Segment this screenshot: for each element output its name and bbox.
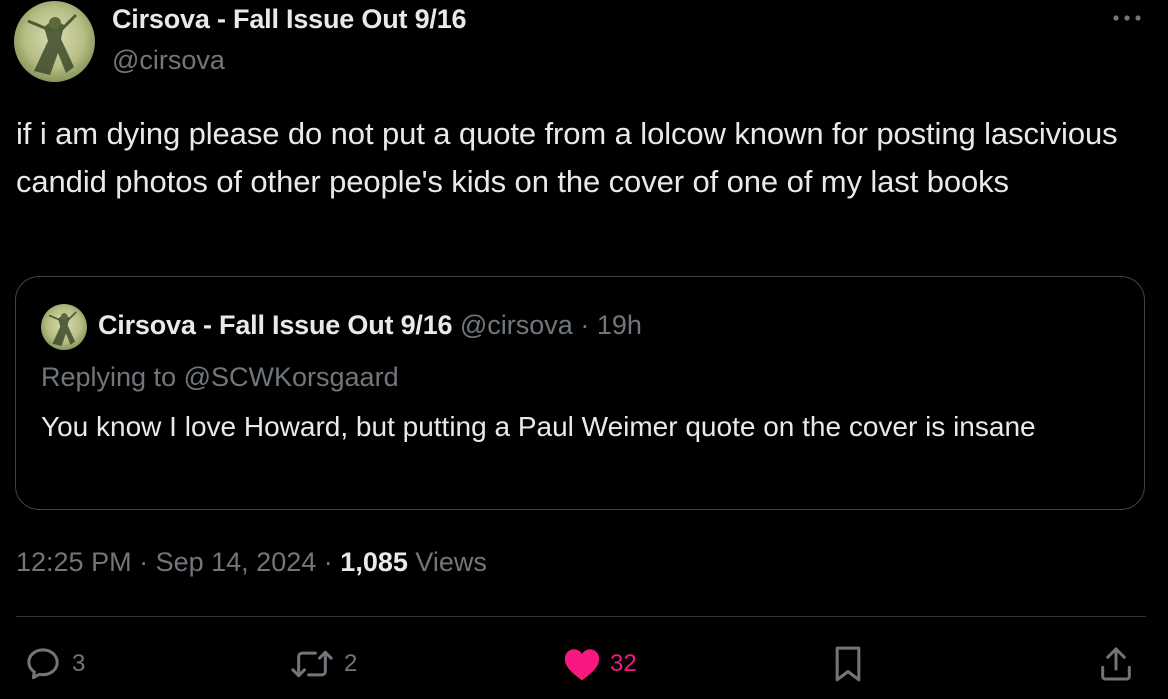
tweet-date[interactable]: Sep 14, 2024 [156,547,317,577]
quoted-author-name[interactable]: Cirsova - Fall Issue Out 9/16 [98,310,453,340]
tweet: Cirsova - Fall Issue Out 9/16 @cirsova i… [0,0,1168,699]
quoted-separator: · [580,310,590,340]
meta-separator: · [139,547,149,577]
like-button[interactable]: 32 [562,644,637,684]
reply-button[interactable]: 3 [22,644,85,684]
views-count: 1,085 [340,547,408,577]
tweet-time[interactable]: 12:25 PM [16,547,132,577]
repost-icon [291,650,333,678]
quoted-replying-to: Replying to @SCWKorsgaard [41,362,399,393]
share-icon [1101,647,1131,681]
repost-button[interactable]: 2 [288,644,357,684]
author-handle[interactable]: @cirsova [112,45,225,76]
quoted-age: 19h [596,310,642,340]
replying-prefix: Replying to [41,362,177,392]
quoted-author-avatar[interactable] [41,304,87,350]
quoted-tweet-card[interactable]: Cirsova - Fall Issue Out 9/16 @cirsova ·… [15,276,1145,510]
repost-count: 2 [344,650,358,677]
bookmark-icon [835,646,861,682]
author-display-name[interactable]: Cirsova - Fall Issue Out 9/16 [112,4,467,35]
views-label: Views [415,547,487,577]
quoted-text: You know I love Howard, but putting a Pa… [41,411,1036,442]
reply-count: 3 [72,650,86,677]
divider [16,616,1146,617]
more-options-button[interactable] [1108,4,1148,32]
quoted-author-handle[interactable]: @cirsova [460,310,573,340]
ellipsis-icon [1113,15,1141,21]
quoted-header: Cirsova - Fall Issue Out 9/16 @cirsova ·… [98,310,642,341]
tweet-meta: 12:25 PM · Sep 14, 2024 · 1,085 Views [16,547,487,578]
author-avatar[interactable] [14,1,95,82]
share-button[interactable] [1096,644,1136,684]
like-icon [564,649,600,681]
reply-icon [27,648,59,680]
like-count: 32 [610,650,637,677]
meta-separator: · [323,547,333,577]
replying-to-handle[interactable]: @SCWKorsgaard [184,362,399,392]
tweet-text: if i am dying please do not put a quote … [16,116,1118,199]
bookmark-button[interactable] [830,644,866,684]
